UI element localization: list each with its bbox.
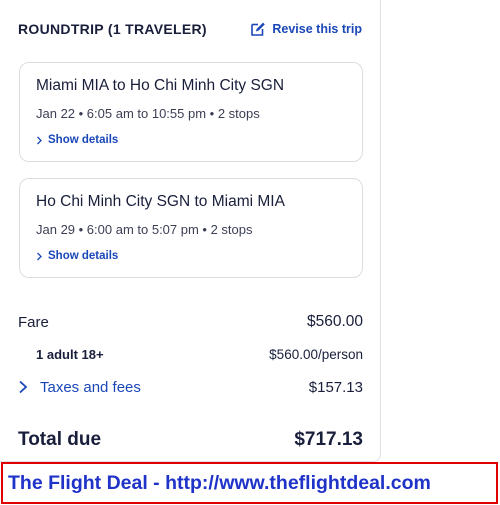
leg-times: Jan 29 • 6:00 am to 5:07 pm • 2 stops bbox=[36, 222, 253, 237]
fare-label: Fare bbox=[18, 313, 49, 331]
total-label: Total due bbox=[18, 429, 102, 450]
leg-times: Jan 22 • 6:05 am to 10:55 pm • 2 stops bbox=[36, 106, 260, 121]
trip-type-label: ROUNDTRIP (1 TRAVELER) bbox=[18, 21, 207, 37]
taxes-and-fees-toggle[interactable]: Taxes and fees bbox=[18, 379, 141, 396]
edit-icon bbox=[251, 22, 266, 36]
taxes-amount: $157.13 bbox=[308, 378, 363, 396]
chevron-right-icon bbox=[19, 380, 28, 394]
revise-trip-link[interactable]: Revise this trip bbox=[250, 21, 362, 37]
show-details-label: Show details bbox=[48, 250, 119, 262]
watermark-banner: The Flight Deal - http://www.theflightde… bbox=[1, 462, 498, 504]
taxes-row: Taxes and fees $157.13 bbox=[18, 377, 363, 397]
traveler-row: 1 adult 18+ $560.00/person bbox=[36, 345, 363, 363]
revise-trip-label: Revise this trip bbox=[272, 22, 362, 36]
chevron-right-icon bbox=[37, 136, 42, 144]
chevron-right-icon bbox=[37, 252, 42, 260]
leg-route: Miami MIA to Ho Chi Minh City SGN bbox=[36, 77, 285, 94]
traveler-amount: $560.00/person bbox=[269, 346, 363, 362]
show-details-button[interactable]: Show details bbox=[36, 250, 346, 262]
flight-leg-return: Ho Chi Minh City SGN to Miami MIA Jan 29… bbox=[19, 178, 363, 278]
traveler-label: 1 adult 18+ bbox=[36, 346, 104, 362]
trip-header: ROUNDTRIP (1 TRAVELER) Revise this trip bbox=[18, 18, 362, 40]
total-row: Total due $717.13 bbox=[18, 428, 363, 452]
show-details-button[interactable]: Show details bbox=[36, 134, 346, 146]
leg-route: Ho Chi Minh City SGN to Miami MIA bbox=[36, 193, 285, 210]
watermark-text: The Flight Deal - http://www.theflightde… bbox=[8, 471, 431, 494]
show-details-label: Show details bbox=[48, 134, 119, 146]
flight-leg-outbound: Miami MIA to Ho Chi Minh City SGN Jan 22… bbox=[19, 62, 363, 162]
fare-amount: $560.00 bbox=[306, 313, 363, 330]
fare-row: Fare $560.00 bbox=[18, 312, 363, 332]
trip-summary-card: ROUNDTRIP (1 TRAVELER) Revise this trip … bbox=[0, 0, 381, 462]
total-amount: $717.13 bbox=[294, 429, 363, 450]
taxes-label: Taxes and fees bbox=[40, 378, 141, 396]
